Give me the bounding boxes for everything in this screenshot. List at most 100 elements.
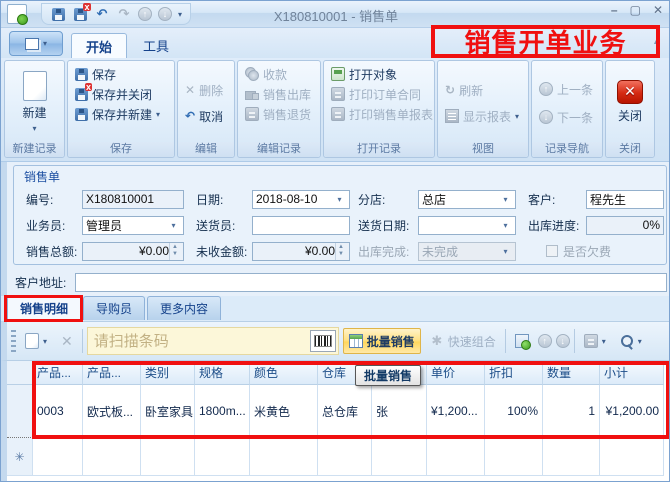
- print-contract-label: 打印订单合同: [349, 86, 421, 103]
- save-label: 保存: [92, 66, 116, 83]
- new-button[interactable]: 新建 ▾: [5, 61, 64, 142]
- row-indicator[interactable]: [7, 385, 33, 438]
- annotation-box-grid-row: [32, 361, 670, 439]
- date-label: 日期:: [196, 191, 252, 208]
- branch-combo[interactable]: 总店▾: [418, 190, 516, 209]
- new-cell[interactable]: [33, 438, 83, 476]
- tab-shopping-guide[interactable]: 导购员: [83, 296, 145, 320]
- new-page-icon: [23, 71, 47, 101]
- print-sales-report-label: 打印销售单报表: [349, 106, 433, 123]
- outbound-progress-label: 出库进度:: [528, 217, 586, 234]
- add-row-page-icon: [25, 333, 39, 349]
- delivery-date-combo[interactable]: ▾: [418, 216, 516, 235]
- customer-field[interactable]: 程先生: [586, 190, 664, 209]
- quick-combo-button[interactable]: ✱ 快速组合: [425, 328, 501, 354]
- salesman-dropdown-icon[interactable]: ▾: [167, 218, 180, 233]
- previous-record-button[interactable]: ↑ 上一条: [536, 79, 600, 99]
- spinner-icon[interactable]: ▲▼: [335, 243, 346, 260]
- maximize-button[interactable]: ▢: [630, 3, 641, 17]
- save-and-close-button[interactable]: x 保存并关闭: [72, 84, 172, 104]
- group-label: 编辑: [178, 142, 234, 157]
- print-contract-button[interactable]: 打印订单合同: [328, 84, 432, 104]
- outbound-done-dropdown-icon: ▾: [499, 244, 512, 259]
- group-view: ↻ 刷新 显示报表 ▾ 视图: [437, 60, 529, 158]
- print-sales-report-button[interactable]: 打印销售单报表: [328, 104, 432, 124]
- gears-icon: ✱: [430, 334, 444, 348]
- form-green-icon: [515, 334, 529, 348]
- printer-icon: [331, 87, 345, 101]
- batch-sale-table-icon: [349, 334, 363, 348]
- tab-tools[interactable]: 工具: [129, 33, 183, 58]
- salesman-combo[interactable]: 管理员▾: [82, 216, 184, 235]
- new-cell[interactable]: [372, 438, 427, 476]
- new-cell[interactable]: [195, 438, 250, 476]
- grid-corner-cell[interactable]: [7, 361, 33, 385]
- tab-start[interactable]: 开始: [71, 33, 127, 58]
- bill-no-field[interactable]: X180810001: [82, 190, 184, 209]
- group-open-record: 打开对象 打印订单合同 打印销售单报表 打开记录: [323, 60, 435, 158]
- export-print-button[interactable]: ▾: [579, 328, 611, 354]
- next-record-button[interactable]: ↓ 下一条: [536, 107, 600, 127]
- toolbar-separator: [82, 329, 83, 353]
- toolbar-grip[interactable]: [11, 330, 16, 352]
- batch-sale-button[interactable]: 批量销售: [343, 328, 421, 354]
- date-field[interactable]: 2018-08-10▾: [252, 190, 350, 209]
- app-menu-button[interactable]: ▾: [9, 31, 63, 56]
- barcode-input[interactable]: [88, 328, 310, 354]
- next-icon: ↓: [539, 110, 553, 124]
- toolbar-separator: [574, 329, 575, 353]
- show-report-button[interactable]: 显示报表 ▾: [442, 106, 526, 126]
- customer-address-field[interactable]: [75, 273, 667, 292]
- open-detail-form-button[interactable]: [510, 328, 534, 354]
- group-label: 记录导航: [532, 142, 602, 157]
- receive-payment-button[interactable]: 收款: [242, 64, 318, 84]
- deliveryman-label: 送货员:: [196, 217, 252, 234]
- owe-fee-label: 是否欠费: [563, 243, 611, 260]
- close-window-button[interactable]: ✕: [653, 3, 663, 17]
- sales-order-window: x ↶ ↷ ↑ ↓ ▾ X180810001 - 销售单 – ▢ ✕ ▾ 开始 …: [0, 0, 670, 482]
- previous-label: 上一条: [557, 81, 593, 98]
- move-row-down-icon[interactable]: ↓: [556, 334, 570, 348]
- return-box-icon: [245, 107, 259, 121]
- close-button[interactable]: ✕ 关闭: [606, 61, 654, 142]
- spinner-icon[interactable]: ▲▼: [169, 243, 180, 260]
- cancel-button[interactable]: ↶ 取消: [182, 106, 232, 126]
- delivery-date-dropdown-icon[interactable]: ▾: [499, 218, 512, 233]
- annotation-box-sales-detail-tab: [4, 295, 83, 322]
- tab-more-content[interactable]: 更多内容: [147, 296, 221, 320]
- new-cell[interactable]: [83, 438, 141, 476]
- refresh-button[interactable]: ↻ 刷新: [442, 80, 526, 100]
- move-row-up-icon[interactable]: ↑: [538, 334, 552, 348]
- save-new-icon: [75, 108, 88, 121]
- total-amount-spinner[interactable]: ¥0.00▲▼: [82, 242, 184, 261]
- new-cell[interactable]: [600, 438, 664, 476]
- open-object-button[interactable]: 打开对象: [328, 64, 432, 84]
- unreceived-amount-spinner[interactable]: ¥0.00▲▼: [252, 242, 350, 261]
- new-cell[interactable]: [250, 438, 318, 476]
- new-cell[interactable]: [543, 438, 600, 476]
- new-cell[interactable]: [427, 438, 485, 476]
- delete-row-button[interactable]: ✕: [56, 328, 78, 354]
- close-x-icon: ✕: [617, 80, 643, 104]
- barcode-button[interactable]: [310, 330, 336, 352]
- new-cell[interactable]: [141, 438, 195, 476]
- deliveryman-field[interactable]: [252, 216, 350, 235]
- save-close-icon: x: [75, 88, 88, 101]
- sales-return-button[interactable]: 销售退货: [242, 104, 318, 124]
- new-row-marker-icon: ✳: [7, 438, 33, 476]
- new-cell[interactable]: [318, 438, 372, 476]
- minimize-button[interactable]: –: [611, 3, 618, 17]
- new-cell[interactable]: [485, 438, 543, 476]
- delete-button[interactable]: ✕ 删除: [182, 80, 232, 100]
- grid-new-row[interactable]: ✳: [7, 438, 670, 476]
- save-and-new-button[interactable]: 保存并新建 ▾: [72, 104, 172, 124]
- search-button[interactable]: ▾: [615, 328, 647, 354]
- date-dropdown-icon[interactable]: ▾: [333, 192, 346, 207]
- save-close-label: 保存并关闭: [92, 86, 152, 103]
- sales-outbound-button[interactable]: 销售出库: [242, 84, 318, 104]
- save-button[interactable]: 保存: [72, 64, 172, 84]
- group-label: 新建记录: [5, 142, 64, 157]
- owe-fee-checkbox[interactable]: [546, 245, 558, 257]
- branch-dropdown-icon[interactable]: ▾: [499, 192, 512, 207]
- add-row-button[interactable]: ▾: [20, 328, 52, 354]
